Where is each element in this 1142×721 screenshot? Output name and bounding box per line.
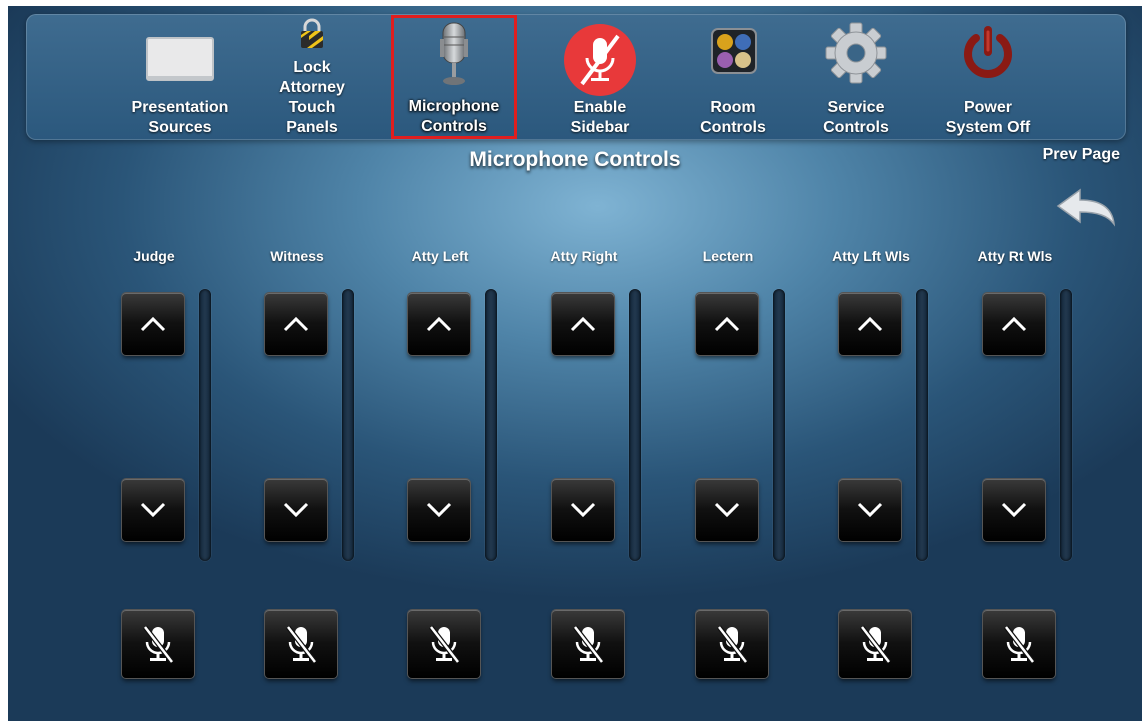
chevron-down-icon bbox=[426, 502, 452, 518]
mute-button[interactable] bbox=[696, 610, 768, 678]
nav-lock-attorney-touch-panels[interactable]: Lock Attorney Touch Panels bbox=[250, 14, 374, 140]
volume-up-button[interactable] bbox=[552, 293, 614, 355]
channel-label: Atty Right bbox=[550, 248, 618, 264]
channel-label: Lectern bbox=[702, 248, 754, 264]
volume-down-button[interactable] bbox=[122, 479, 184, 541]
top-navigation-bar: Presentation Sources Lock Attorney Touch… bbox=[26, 14, 1126, 140]
channel-strip-lectern: Lectern bbox=[678, 246, 798, 706]
chevron-down-icon bbox=[283, 502, 309, 518]
mic-mute-icon bbox=[860, 625, 891, 664]
microphone-icon bbox=[440, 22, 468, 85]
nav-label: Room Controls bbox=[700, 99, 766, 136]
mute-button[interactable] bbox=[839, 610, 911, 678]
gear-icon bbox=[825, 22, 887, 84]
mic-mute-icon bbox=[573, 625, 604, 664]
nav-microphone-controls[interactable]: Microphone Controls bbox=[391, 15, 517, 139]
volume-up-button[interactable] bbox=[696, 293, 758, 355]
volume-slider[interactable] bbox=[629, 289, 641, 561]
volume-slider[interactable] bbox=[1060, 289, 1072, 561]
chevron-down-icon bbox=[140, 502, 166, 518]
volume-slider[interactable] bbox=[773, 289, 785, 561]
chevron-up-icon bbox=[426, 316, 452, 332]
mute-button[interactable] bbox=[122, 610, 194, 678]
channel-label: Judge bbox=[133, 248, 175, 264]
volume-down-button[interactable] bbox=[265, 479, 327, 541]
mute-button[interactable] bbox=[983, 610, 1055, 678]
nav-service-controls[interactable]: Service Controls bbox=[794, 14, 918, 140]
nav-label: Service Controls bbox=[823, 99, 889, 136]
mic-mute-icon bbox=[143, 625, 174, 664]
chevron-up-icon bbox=[140, 316, 166, 332]
chevron-down-icon bbox=[714, 502, 740, 518]
mute-button[interactable] bbox=[265, 610, 337, 678]
back-arrow-icon[interactable] bbox=[1054, 184, 1118, 232]
volume-down-button[interactable] bbox=[696, 479, 758, 541]
volume-up-button[interactable] bbox=[983, 293, 1045, 355]
volume-down-button[interactable] bbox=[839, 479, 901, 541]
channel-label: Atty Rt Wls bbox=[977, 248, 1053, 264]
volume-slider[interactable] bbox=[916, 289, 928, 561]
nav-label: Lock Attorney Touch Panels bbox=[279, 59, 345, 136]
chevron-up-icon bbox=[714, 316, 740, 332]
chevron-up-icon bbox=[283, 316, 309, 332]
mute-button[interactable] bbox=[408, 610, 480, 678]
mic-mute-icon bbox=[286, 625, 317, 664]
chevron-up-icon bbox=[857, 316, 883, 332]
volume-down-button[interactable] bbox=[552, 479, 614, 541]
nav-power-system-off[interactable]: Power System Off bbox=[926, 14, 1050, 140]
channel-label: Atty Left bbox=[411, 248, 469, 264]
nav-room-controls[interactable]: Room Controls bbox=[671, 14, 795, 140]
padlock-icon bbox=[301, 18, 323, 48]
chevron-up-icon bbox=[1001, 316, 1027, 332]
mic-mute-icon bbox=[429, 625, 460, 664]
room-controls-icon bbox=[711, 28, 757, 74]
channel-label: Witness bbox=[270, 248, 324, 264]
muted-microphone-icon bbox=[564, 24, 636, 96]
channel-strip-atty-rt-wls: Atty Rt Wls bbox=[965, 246, 1085, 706]
screen-icon bbox=[146, 37, 214, 81]
volume-slider[interactable] bbox=[485, 289, 497, 561]
chevron-down-icon bbox=[1001, 502, 1027, 518]
nav-enable-sidebar[interactable]: Enable Sidebar bbox=[538, 14, 662, 140]
channel-strip-judge: Judge bbox=[104, 246, 224, 706]
volume-slider[interactable] bbox=[199, 289, 211, 561]
nav-label: Presentation Sources bbox=[131, 99, 229, 136]
volume-up-button[interactable] bbox=[839, 293, 901, 355]
volume-up-button[interactable] bbox=[122, 293, 184, 355]
nav-presentation-sources[interactable]: Presentation Sources bbox=[118, 14, 242, 140]
power-icon bbox=[964, 26, 1012, 78]
mic-mute-icon bbox=[717, 625, 748, 664]
volume-up-button[interactable] bbox=[408, 293, 470, 355]
touch-panel-screen: Presentation Sources Lock Attorney Touch… bbox=[8, 6, 1142, 721]
prev-page-label[interactable]: Prev Page bbox=[1043, 146, 1120, 164]
chevron-up-icon bbox=[570, 316, 596, 332]
nav-label: Microphone Controls bbox=[408, 98, 500, 135]
channel-strip-witness: Witness bbox=[247, 246, 367, 706]
channel-label: Atty Lft Wls bbox=[832, 248, 910, 264]
nav-label: Enable Sidebar bbox=[570, 99, 630, 136]
page-title: Microphone Controls bbox=[469, 148, 681, 171]
volume-down-button[interactable] bbox=[408, 479, 470, 541]
nav-label: Power System Off bbox=[945, 99, 1031, 136]
mute-button[interactable] bbox=[552, 610, 624, 678]
chevron-down-icon bbox=[570, 502, 596, 518]
channel-strip-atty-right: Atty Right bbox=[534, 246, 654, 706]
chevron-down-icon bbox=[857, 502, 883, 518]
channel-strip-atty-left: Atty Left bbox=[390, 246, 510, 706]
mic-mute-icon bbox=[1004, 625, 1035, 664]
volume-slider[interactable] bbox=[342, 289, 354, 561]
volume-up-button[interactable] bbox=[265, 293, 327, 355]
channel-strip-atty-lft-wls: Atty Lft Wls bbox=[821, 246, 941, 706]
volume-down-button[interactable] bbox=[983, 479, 1045, 541]
